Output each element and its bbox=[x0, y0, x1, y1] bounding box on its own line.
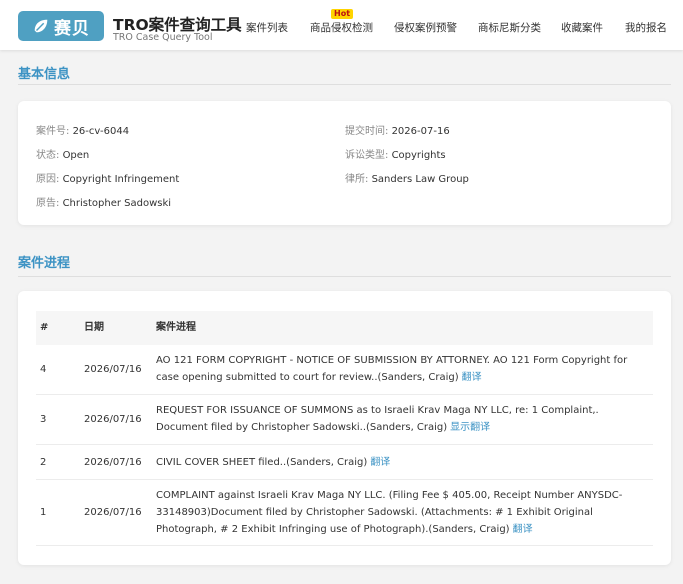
cause-field: 原因: Copyright Infringement bbox=[36, 170, 179, 185]
row-date: 2026/07/16 bbox=[84, 414, 142, 425]
case-number-value: 26-cv-6044 bbox=[72, 126, 130, 137]
submit-time-value: 2026-07-16 bbox=[391, 126, 450, 137]
logo-text: 赛贝 bbox=[54, 18, 90, 39]
row-description-text: AO 121 FORM COPYRIGHT - NOTICE OF SUBMIS… bbox=[156, 355, 628, 383]
cause-label: 原因: bbox=[36, 174, 60, 185]
case-type-label: 诉讼类型: bbox=[345, 150, 389, 161]
row-description: AO 121 FORM COPYRIGHT - NOTICE OF SUBMIS… bbox=[156, 352, 646, 386]
row-date: 2026/07/16 bbox=[84, 457, 142, 468]
nav-case-list[interactable]: 案件列表 bbox=[246, 20, 288, 35]
table-header: # 日期 案件进程 bbox=[36, 311, 653, 345]
row-number: 2 bbox=[40, 457, 47, 468]
basic-info-heading: 基本信息 bbox=[18, 67, 71, 82]
column-header-number: # bbox=[40, 322, 49, 333]
status-field: 状态: Open bbox=[36, 146, 89, 161]
row-date: 2026/07/16 bbox=[84, 507, 142, 518]
status-label: 状态: bbox=[36, 150, 60, 161]
nav-infringement-alert[interactable]: 侵权案例预警 bbox=[394, 20, 457, 35]
divider bbox=[18, 276, 671, 277]
plaintiff-field: 原告: Christopher Sadowski bbox=[36, 194, 171, 209]
row-description-text: CIVIL COVER SHEET filed..(Sanders, Craig… bbox=[156, 457, 368, 468]
case-type-field: 诉讼类型: Copyrights bbox=[345, 146, 446, 161]
nav-my-registrations[interactable]: 我的报名 bbox=[625, 20, 667, 35]
submit-time-field: 提交时间: 2026-07-16 bbox=[345, 122, 450, 137]
nav-product-infringement-check[interactable]: 商品侵权检测 bbox=[310, 20, 373, 35]
plaintiff-value: Christopher Sadowski bbox=[62, 198, 172, 209]
case-number-field: 案件号: 26-cv-6044 bbox=[36, 122, 129, 137]
row-description-text: COMPLAINT against Israeli Krav Maga NY L… bbox=[156, 490, 623, 535]
submit-time-label: 提交时间: bbox=[345, 126, 389, 137]
translate-link[interactable]: 翻译 bbox=[462, 372, 482, 383]
lawyer-label: 律所: bbox=[345, 174, 369, 185]
case-progress-heading: 案件进程 bbox=[18, 256, 71, 271]
row-date: 2026/07/16 bbox=[84, 364, 142, 375]
cause-value: Copyright Infringement bbox=[62, 174, 180, 185]
divider bbox=[18, 84, 671, 85]
row-description: CIVIL COVER SHEET filed..(Sanders, Craig… bbox=[156, 454, 646, 471]
row-description-text: REQUEST FOR ISSUANCE OF SUMMONS as to Is… bbox=[156, 405, 599, 433]
nav-favorite-cases[interactable]: 收藏案件 bbox=[561, 20, 603, 35]
table-row: 1 2026/07/16 COMPLAINT against Israeli K… bbox=[36, 480, 653, 546]
nav-nice-classification[interactable]: 商标尼斯分类 bbox=[478, 20, 541, 35]
leaf-logo-icon bbox=[34, 19, 48, 33]
translate-link[interactable]: 翻译 bbox=[370, 457, 390, 468]
app-subtitle: TRO Case Query Tool bbox=[113, 32, 213, 43]
row-number: 3 bbox=[40, 414, 47, 425]
row-description: REQUEST FOR ISSUANCE OF SUMMONS as to Is… bbox=[156, 402, 646, 436]
table-row: 2 2026/07/16 CIVIL COVER SHEET filed..(S… bbox=[36, 445, 653, 480]
case-progress-card: # 日期 案件进程 4 2026/07/16 AO 121 FORM COPYR… bbox=[18, 291, 671, 565]
plaintiff-label: 原告: bbox=[36, 198, 60, 209]
basic-info-card: 案件号: 26-cv-6044 提交时间: 2026-07-16 状态: Ope… bbox=[18, 101, 671, 225]
table-row: 3 2026/07/16 REQUEST FOR ISSUANCE OF SUM… bbox=[36, 395, 653, 445]
row-description: COMPLAINT against Israeli Krav Maga NY L… bbox=[156, 487, 646, 538]
column-header-progress: 案件进程 bbox=[156, 322, 196, 333]
case-number-label: 案件号: bbox=[36, 126, 70, 137]
top-header: 赛贝 TRO案件查询工具 TRO Case Query Tool 案件列表 Ho… bbox=[0, 0, 683, 50]
show-translation-link[interactable]: 显示翻译 bbox=[450, 422, 490, 433]
column-header-date: 日期 bbox=[84, 322, 104, 333]
case-type-value: Copyrights bbox=[391, 150, 446, 161]
logo[interactable]: 赛贝 bbox=[18, 11, 104, 41]
lawyer-field: 律所: Sanders Law Group bbox=[345, 170, 469, 185]
translate-link[interactable]: 翻译 bbox=[513, 524, 533, 535]
table-row: 4 2026/07/16 AO 121 FORM COPYRIGHT - NOT… bbox=[36, 345, 653, 395]
row-number: 4 bbox=[40, 364, 47, 375]
lawyer-value: Sanders Law Group bbox=[371, 174, 469, 185]
row-number: 1 bbox=[40, 507, 47, 518]
status-value: Open bbox=[62, 150, 90, 161]
hot-badge: Hot bbox=[331, 9, 354, 19]
